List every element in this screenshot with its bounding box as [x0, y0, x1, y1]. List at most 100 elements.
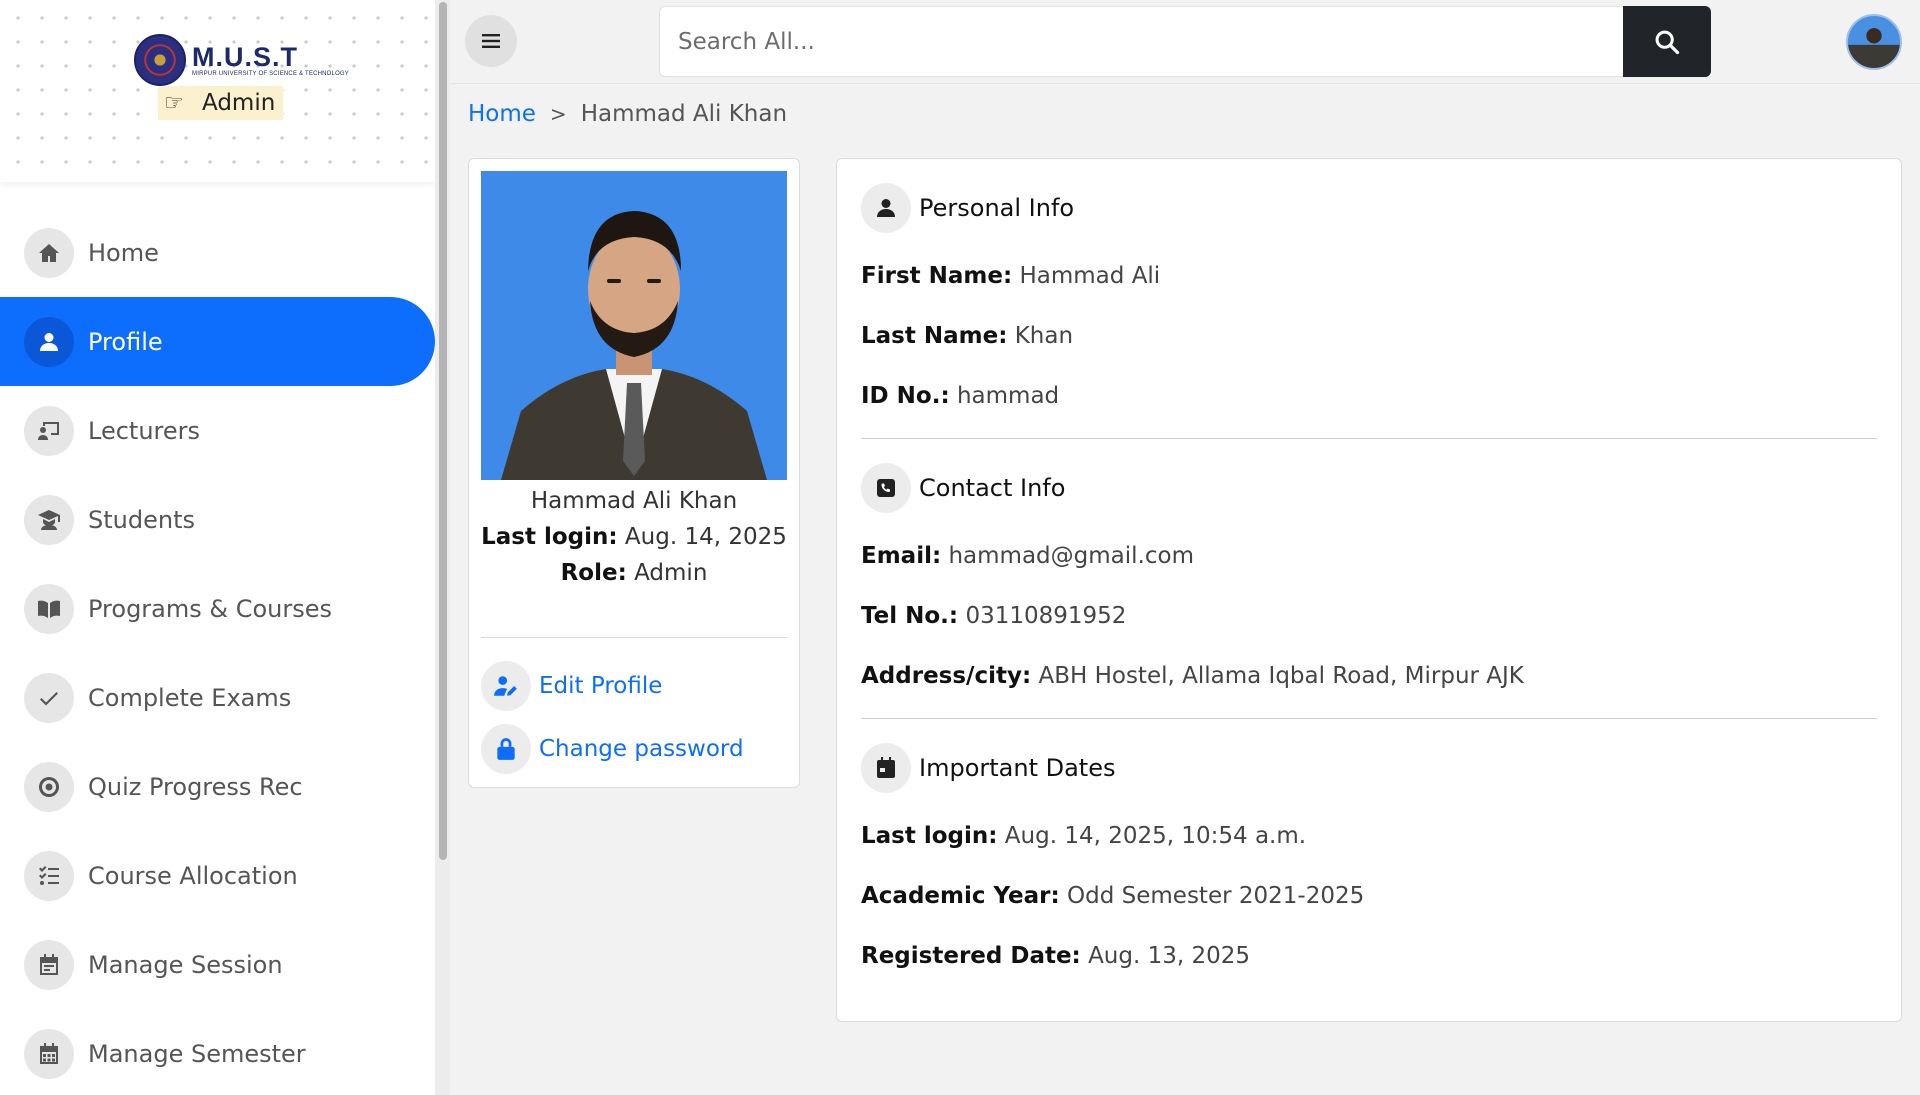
last-login-label: Last login:: [481, 524, 618, 550]
lock-icon: [481, 724, 531, 774]
sidebar-item-label: Complete Exams: [88, 683, 292, 712]
role-badge-label: Admin: [202, 90, 276, 116]
book-icon: [24, 583, 74, 634]
breadcrumb-separator: >: [549, 102, 567, 126]
address-value: ABH Hostel, Allama Iqbal Road, Mirpur AJ…: [1038, 663, 1524, 689]
calendar-icon: [861, 743, 911, 793]
search-button[interactable]: [1623, 6, 1711, 77]
logo-subtitle: MIRPUR UNIVERSITY OF SCIENCE & TECHNOLOG…: [192, 71, 350, 77]
address-label: Address/city:: [861, 663, 1032, 689]
first-name-field: First Name: Hammad Ali: [861, 263, 1160, 289]
university-logo[interactable]: M.U.S.T MIRPUR UNIVERSITY OF SCIENCE & T…: [134, 34, 349, 86]
registered-date-label: Registered Date:: [861, 943, 1081, 969]
search-bar: [659, 6, 1711, 77]
calendar-icon: [24, 939, 74, 990]
sidebar-scrollbar[interactable]: [435, 0, 450, 1095]
last-name-field: Last Name: Khan: [861, 323, 1073, 349]
sidebar-item-manage-session[interactable]: Manage Session: [0, 920, 435, 1009]
sidebar-item-course-allocation[interactable]: Course Allocation: [0, 831, 435, 920]
tel-field: Tel No.: 03110891952: [861, 603, 1126, 629]
dates-last-login-value: Aug. 14, 2025, 10:54 a.m.: [1004, 823, 1307, 849]
section-divider: [861, 438, 1877, 439]
important-dates-heading: Important Dates: [861, 743, 1115, 793]
sidebar-item-home[interactable]: Home: [0, 208, 435, 297]
sidebar-item-profile[interactable]: Profile: [0, 297, 435, 386]
sidebar-item-manage-semester[interactable]: Manage Semester: [0, 1009, 435, 1095]
sidebar-item-label: Programs & Courses: [88, 594, 333, 623]
sidebar-item-label: Quiz Progress Rec: [88, 772, 303, 801]
academic-year-value: Odd Semester 2021-2025: [1067, 883, 1365, 909]
tel-value: 03110891952: [965, 603, 1127, 629]
search-input[interactable]: [659, 6, 1623, 77]
sidebar-item-complete-exams[interactable]: Complete Exams: [0, 653, 435, 742]
role-value: Admin: [634, 560, 708, 586]
academic-year-field: Academic Year: Odd Semester 2021-2025: [861, 883, 1364, 909]
last-name-value: Khan: [1014, 323, 1074, 349]
sidebar: M.U.S.T MIRPUR UNIVERSITY OF SCIENCE & T…: [0, 0, 435, 1095]
last-login-value: Aug. 14, 2025: [624, 524, 787, 550]
top-bar: [450, 0, 1920, 84]
edit-profile-label: Edit Profile: [539, 673, 663, 699]
role-label: Role:: [560, 560, 627, 586]
first-name-value: Hammad Ali: [1019, 263, 1161, 289]
personal-info-heading: Personal Info: [861, 183, 1074, 233]
user-icon: [861, 183, 911, 233]
contact-info-heading: Contact Info: [861, 463, 1065, 513]
breadcrumb: Home > Hammad Ali Khan: [468, 101, 787, 127]
profile-last-login: Last login: Aug. 14, 2025: [469, 524, 799, 550]
user-edit-icon: [481, 661, 531, 711]
menu-toggle-button[interactable]: [465, 15, 517, 67]
sidebar-item-label: Home: [88, 238, 159, 267]
personal-info-title: Personal Info: [919, 194, 1075, 222]
sidebar-header: M.U.S.T MIRPUR UNIVERSITY OF SCIENCE & T…: [0, 0, 435, 182]
section-divider: [861, 718, 1877, 719]
sidebar-item-label: Manage Session: [88, 950, 283, 979]
breadcrumb-home-link[interactable]: Home: [468, 101, 536, 127]
hamburger-icon: [482, 34, 500, 48]
change-password-link[interactable]: Change password: [481, 724, 744, 774]
phone-icon: [861, 463, 911, 513]
breadcrumb-current: Hammad Ali Khan: [580, 101, 788, 127]
sidebar-item-students[interactable]: Students: [0, 475, 435, 564]
dates-last-login-label: Last login:: [861, 823, 998, 849]
tel-label: Tel No.:: [861, 603, 959, 629]
list-check-icon: [24, 850, 74, 901]
sidebar-item-label: Manage Semester: [88, 1039, 306, 1068]
registered-date-value: Aug. 13, 2025: [1088, 943, 1251, 969]
user-icon: [24, 316, 74, 367]
pointing-hand-icon: ☞: [164, 90, 184, 116]
user-avatar[interactable]: [1846, 14, 1902, 70]
role-badge: ☞ Admin: [158, 86, 284, 120]
address-field: Address/city: ABH Hostel, Allama Iqbal R…: [861, 663, 1524, 689]
profile-card-divider: [481, 637, 787, 638]
sidebar-item-programs-courses[interactable]: Programs & Courses: [0, 564, 435, 653]
first-name-label: First Name:: [861, 263, 1013, 289]
id-label: ID No.:: [861, 383, 950, 409]
sidebar-item-label: Course Allocation: [88, 861, 298, 890]
check-icon: [24, 672, 74, 723]
sidebar-item-quiz-progress[interactable]: Quiz Progress Rec: [0, 742, 435, 831]
university-seal-icon: [134, 34, 186, 86]
sidebar-item-lecturers[interactable]: Lecturers: [0, 386, 435, 475]
email-field: Email: hammad@gmail.com: [861, 543, 1194, 569]
lecturer-board-icon: [24, 405, 74, 456]
record-icon: [24, 761, 74, 812]
edit-profile-link[interactable]: Edit Profile: [481, 661, 662, 711]
calendar-grid-icon: [24, 1028, 74, 1079]
dates-last-login-field: Last login: Aug. 14, 2025, 10:54 a.m.: [861, 823, 1306, 849]
id-field: ID No.: hammad: [861, 383, 1059, 409]
graduate-icon: [24, 494, 74, 545]
change-password-label: Change password: [539, 736, 744, 762]
id-value: hammad: [956, 383, 1060, 409]
sidebar-item-label: Lecturers: [88, 416, 201, 445]
info-card: Personal Info First Name: Hammad Ali Las…: [836, 158, 1902, 1022]
sidebar-scroll-thumb[interactable]: [439, 2, 447, 860]
profile-role: Role: Admin: [469, 560, 799, 586]
important-dates-title: Important Dates: [919, 754, 1116, 782]
profile-card: Hammad Ali Khan Last login: Aug. 14, 202…: [468, 158, 800, 788]
last-name-label: Last Name:: [861, 323, 1008, 349]
registered-date-field: Registered Date: Aug. 13, 2025: [861, 943, 1250, 969]
academic-year-label: Academic Year:: [861, 883, 1060, 909]
email-value: hammad@gmail.com: [948, 543, 1194, 569]
email-label: Email:: [861, 543, 942, 569]
